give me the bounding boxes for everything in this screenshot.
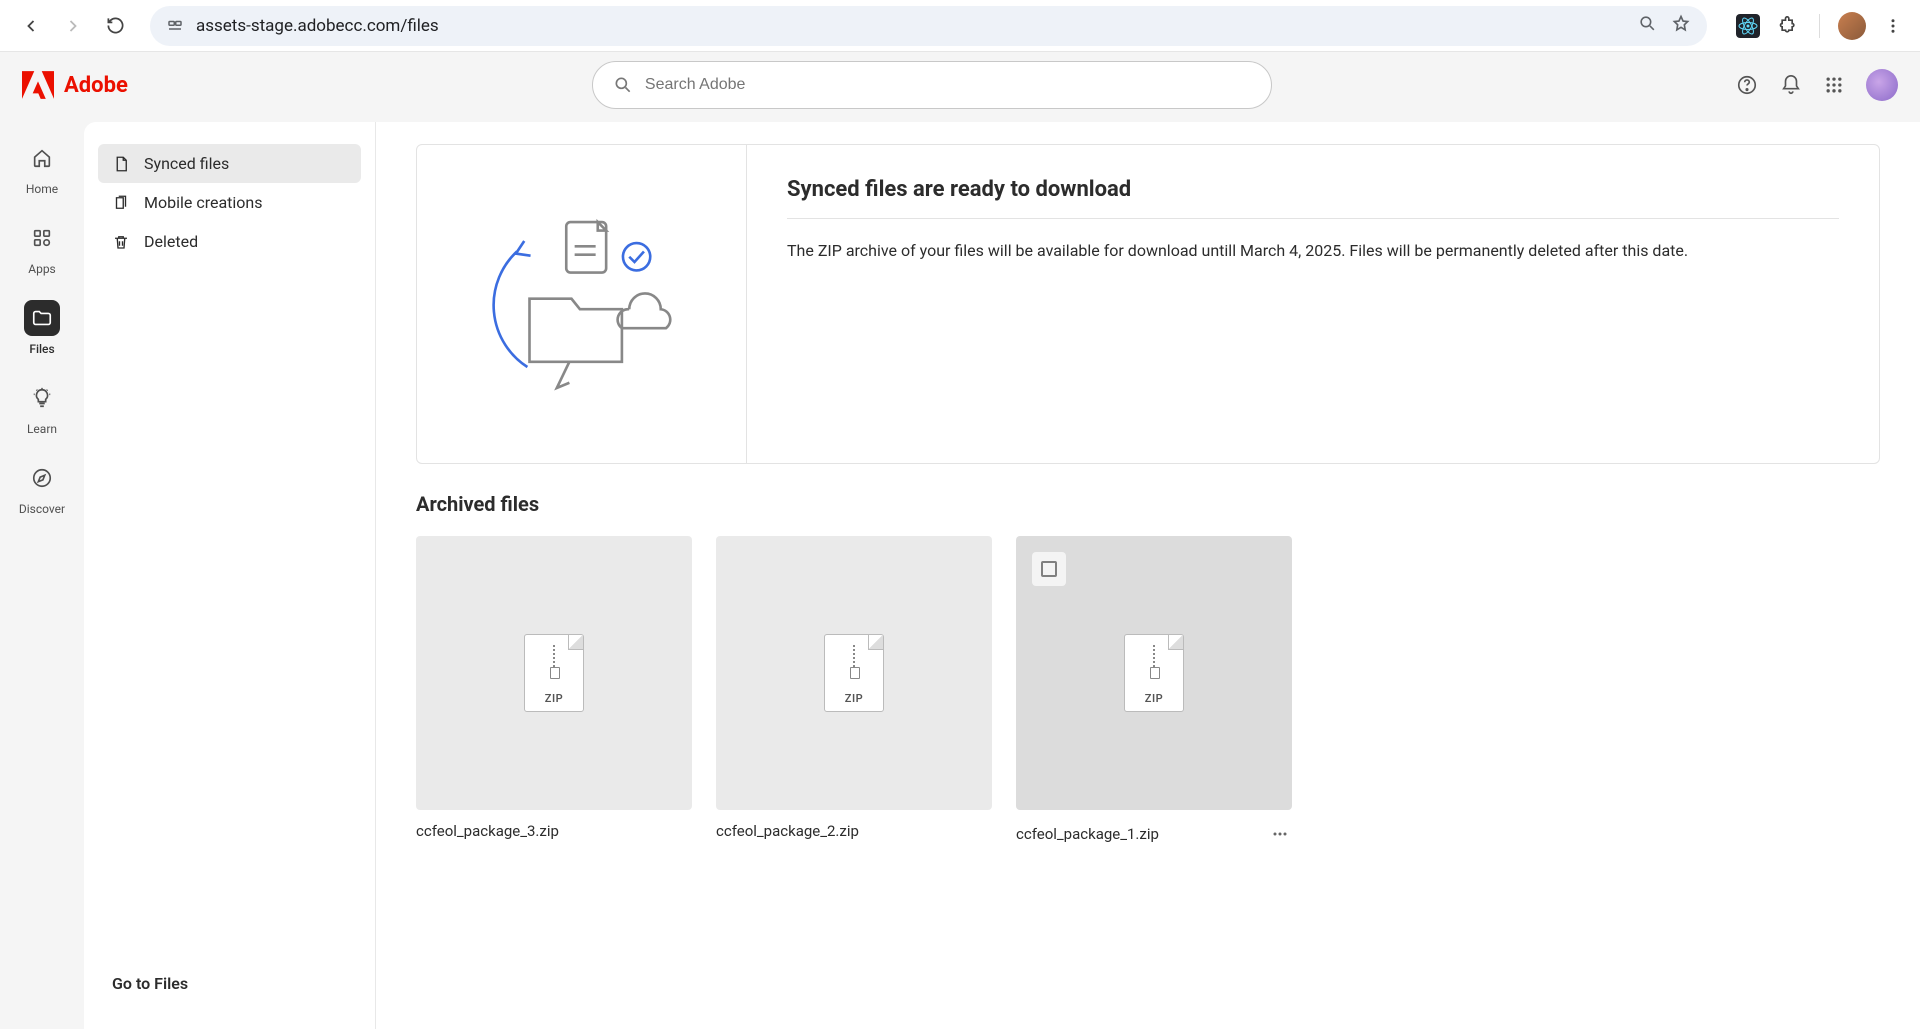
bookmark-star-icon[interactable]	[1671, 14, 1691, 38]
folder-icon	[24, 300, 60, 336]
rail-apps[interactable]: Apps	[10, 220, 74, 276]
extensions-icon[interactable]	[1775, 13, 1801, 39]
section-title: Archived files	[416, 492, 1880, 516]
notifications-icon[interactable]	[1780, 74, 1802, 96]
banner-divider	[787, 218, 1839, 219]
react-devtools-icon[interactable]	[1735, 13, 1761, 39]
banner-body: The ZIP archive of your files will be av…	[787, 239, 1839, 264]
compass-icon	[24, 460, 60, 496]
chrome-profile-avatar[interactable]	[1838, 12, 1866, 40]
rail-learn-label: Learn	[27, 422, 57, 436]
rail-files[interactable]: Files	[10, 300, 74, 356]
file-card[interactable]: ZIP ccfeol_package_2.zip	[716, 536, 992, 846]
mobile-stack-icon	[112, 194, 130, 212]
rail-learn[interactable]: Learn	[10, 380, 74, 436]
forward-button[interactable]	[56, 9, 90, 43]
rail-home-label: Home	[26, 182, 58, 196]
search-box[interactable]	[592, 61, 1272, 109]
go-to-files-link[interactable]: Go to Files	[98, 960, 361, 1007]
url-text: assets-stage.adobecc.com/files	[196, 16, 1626, 36]
rail-files-label: Files	[29, 342, 54, 356]
file-name: ccfeol_package_2.zip	[716, 822, 859, 840]
file-thumbnail[interactable]: ZIP	[416, 536, 692, 810]
adobe-logo[interactable]: Adobe	[22, 71, 128, 99]
apps-icon	[24, 220, 60, 256]
sidenav-mobile-creations-label: Mobile creations	[144, 193, 263, 212]
side-nav: Synced files Mobile creations Deleted Go…	[84, 122, 376, 1029]
help-icon[interactable]	[1736, 74, 1758, 96]
rail-discover[interactable]: Discover	[10, 460, 74, 516]
banner-illustration	[417, 145, 747, 463]
sidenav-mobile-creations[interactable]: Mobile creations	[98, 183, 361, 222]
chrome-menu-icon[interactable]	[1880, 13, 1906, 39]
rail-home[interactable]: Home	[10, 140, 74, 196]
lightbulb-icon	[24, 380, 60, 416]
file-grid: ZIP ccfeol_package_3.zip ZIP ccfeol_pack…	[416, 536, 1880, 846]
rail-discover-label: Discover	[19, 502, 65, 516]
apps-grid-icon[interactable]	[1824, 75, 1844, 95]
user-avatar[interactable]	[1866, 69, 1898, 101]
file-name: ccfeol_package_3.zip	[416, 822, 559, 840]
file-thumbnail[interactable]: ZIP	[716, 536, 992, 810]
search-icon	[613, 75, 633, 95]
zip-file-icon: ZIP	[1124, 634, 1184, 712]
sidenav-synced-files-label: Synced files	[144, 154, 229, 173]
main-content: Synced files are ready to download The Z…	[376, 122, 1920, 1029]
search-input[interactable]	[645, 76, 1251, 94]
address-bar[interactable]: assets-stage.adobecc.com/files	[150, 6, 1707, 46]
sidenav-synced-files[interactable]: Synced files	[98, 144, 361, 183]
zip-file-icon: ZIP	[524, 634, 584, 712]
file-card[interactable]: ZIP ccfeol_package_1.zip	[1016, 536, 1292, 846]
zoom-icon[interactable]	[1638, 14, 1657, 37]
adobe-logo-text: Adobe	[64, 73, 128, 98]
site-info-icon[interactable]	[166, 17, 184, 35]
file-name: ccfeol_package_1.zip	[1016, 825, 1159, 843]
file-checkbox[interactable]	[1032, 552, 1066, 586]
home-icon	[24, 140, 60, 176]
file-icon	[112, 155, 130, 173]
sidenav-deleted[interactable]: Deleted	[98, 222, 361, 261]
sidenav-deleted-label: Deleted	[144, 232, 198, 251]
browser-toolbar: assets-stage.adobecc.com/files	[0, 0, 1920, 52]
content-panel: Synced files Mobile creations Deleted Go…	[84, 122, 1920, 1029]
zip-file-icon: ZIP	[824, 634, 884, 712]
banner-title: Synced files are ready to download	[787, 177, 1839, 202]
app-header: Adobe	[0, 52, 1920, 118]
file-more-icon[interactable]	[1268, 822, 1292, 846]
reload-button[interactable]	[98, 9, 132, 43]
rail-apps-label: Apps	[28, 262, 56, 276]
trash-icon	[112, 233, 130, 251]
nav-rail: Home Apps Files Learn Discover	[0, 118, 84, 1029]
files-cloud-illustration-icon	[477, 199, 687, 409]
file-card[interactable]: ZIP ccfeol_package_3.zip	[416, 536, 692, 846]
file-thumbnail[interactable]: ZIP	[1016, 536, 1292, 810]
back-button[interactable]	[14, 9, 48, 43]
toolbar-divider	[1819, 14, 1820, 38]
info-banner: Synced files are ready to download The Z…	[416, 144, 1880, 464]
